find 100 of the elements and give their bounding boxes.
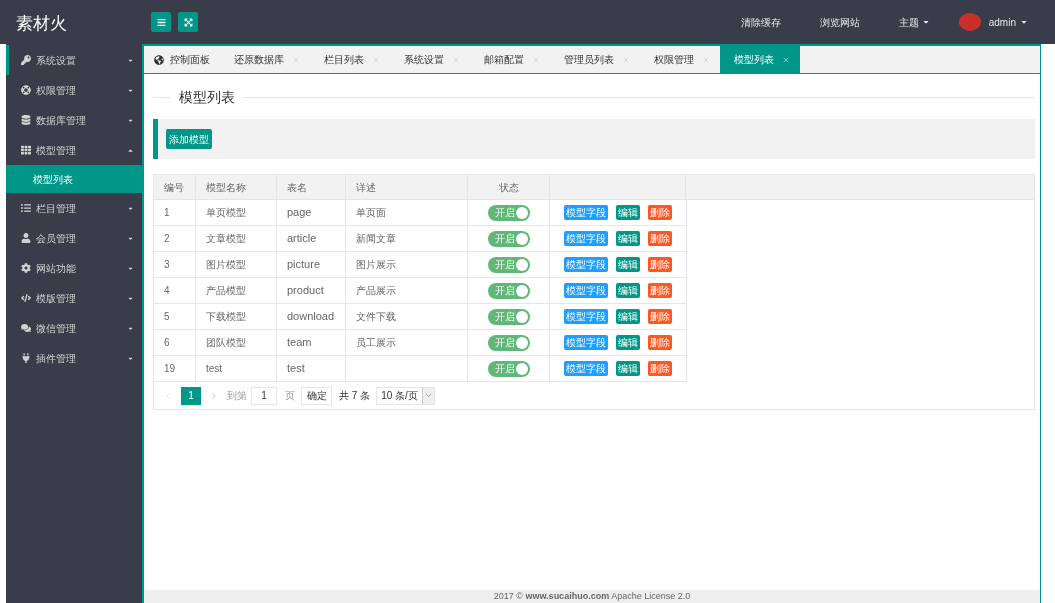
- delete-button[interactable]: 删除: [648, 309, 672, 324]
- add-model-button[interactable]: 添加模型: [166, 129, 212, 149]
- table-cell-text: test: [206, 362, 223, 376]
- status-switch[interactable]: 开启: [487, 256, 530, 273]
- table-cell-text: 单页模型: [206, 206, 246, 220]
- fields-button[interactable]: 模型字段: [564, 231, 608, 246]
- sidebar-item[interactable]: 权限管理: [6, 75, 142, 105]
- table-cell-text: article: [287, 231, 317, 247]
- database-icon: [21, 115, 31, 125]
- status-switch[interactable]: 开启: [487, 334, 530, 351]
- lifebuoy-icon: [21, 85, 31, 95]
- edit-button[interactable]: 编辑: [616, 231, 640, 246]
- section-title: 模型列表: [178, 87, 236, 107]
- header-link[interactable]: 清除缓存: [740, 14, 781, 30]
- sidebar-item[interactable]: 模型管理: [6, 135, 142, 165]
- table-cell-text: 团队模型: [206, 336, 246, 350]
- page-size-select[interactable]: 10 条/页: [376, 386, 435, 405]
- edit-button[interactable]: 编辑: [616, 309, 640, 324]
- sidebar-item[interactable]: 微信管理: [6, 313, 142, 343]
- table-cell-text: 19: [164, 362, 176, 376]
- edit-button[interactable]: 编辑: [616, 361, 640, 376]
- table-cell-text: 下载模型: [206, 310, 246, 324]
- grid-icon: [21, 145, 31, 155]
- list-icon: [21, 203, 31, 213]
- edit-button[interactable]: 编辑: [616, 335, 640, 350]
- fields-button[interactable]: 模型字段: [564, 283, 608, 298]
- theme-menu[interactable]: 主题: [898, 14, 930, 30]
- chat-icon: [21, 323, 31, 333]
- table-cell-text: test: [287, 361, 305, 377]
- close-icon[interactable]: [782, 55, 790, 64]
- delete-button[interactable]: 删除: [648, 361, 672, 376]
- copyright-text: 2017 © www.sucaihuo.com Apache License 2.0: [493, 590, 691, 603]
- submenu-item[interactable]: 模型列表: [6, 165, 142, 193]
- table-cell-text: 5: [164, 310, 170, 324]
- code-icon: [21, 293, 31, 303]
- table-cell-text: 图片展示: [356, 258, 396, 272]
- tab[interactable]: 管理员列表: [550, 46, 640, 73]
- table-cell-text: 员工展示: [356, 336, 396, 350]
- tab[interactable]: 控制面板: [144, 46, 220, 73]
- menu-button[interactable]: [151, 12, 171, 32]
- table-cell-text: 2: [164, 232, 170, 246]
- table-cell-text: 1: [164, 206, 170, 220]
- delete-button[interactable]: 删除: [648, 205, 672, 220]
- delete-button[interactable]: 删除: [648, 231, 672, 246]
- goto-label: 到第: [227, 389, 247, 403]
- tab[interactable]: 栏目列表: [310, 46, 390, 73]
- tab[interactable]: 邮箱配置: [470, 46, 550, 73]
- fields-button[interactable]: 模型字段: [564, 361, 608, 376]
- edit-button[interactable]: 编辑: [616, 257, 640, 272]
- tab[interactable]: 还原数据库: [220, 46, 310, 73]
- close-icon[interactable]: [292, 55, 300, 64]
- globe-icon: [154, 54, 164, 65]
- sidebar-item[interactable]: 插件管理: [6, 343, 142, 373]
- table-cell-text: 新闻文章: [356, 232, 396, 246]
- tab[interactable]: 权限管理: [640, 46, 720, 73]
- fields-button[interactable]: 模型字段: [564, 257, 608, 272]
- sidebar-item[interactable]: 模版管理: [6, 283, 142, 313]
- sidebar-item[interactable]: 数据库管理: [6, 105, 142, 135]
- column-header: 状态: [498, 180, 519, 195]
- table-cell-text: 文章模型: [206, 232, 246, 246]
- status-switch[interactable]: 开启: [487, 204, 530, 221]
- table-cell-text: 3: [164, 258, 170, 272]
- tab[interactable]: 模型列表: [720, 46, 800, 73]
- delete-button[interactable]: 删除: [648, 257, 672, 272]
- menu-icon: [156, 17, 166, 27]
- tab[interactable]: 系统设置: [390, 46, 470, 73]
- table-cell-text: 产品展示: [356, 284, 396, 298]
- brand-logo[interactable]: 素材火: [16, 13, 67, 33]
- status-switch[interactable]: 开启: [487, 308, 530, 325]
- close-icon[interactable]: [532, 55, 540, 64]
- page-input[interactable]: 1: [251, 386, 277, 405]
- fields-button[interactable]: 模型字段: [564, 205, 608, 220]
- caret-down-icon: [1020, 18, 1028, 26]
- total-count: 共 7 条: [339, 389, 371, 403]
- edit-button[interactable]: 编辑: [616, 205, 640, 220]
- sidebar-item[interactable]: 会员管理: [6, 223, 142, 253]
- user-menu[interactable]: admin: [988, 14, 1028, 30]
- confirm-button[interactable]: 确定: [301, 386, 332, 405]
- close-icon[interactable]: [622, 55, 630, 64]
- delete-button[interactable]: 删除: [648, 335, 672, 350]
- fields-button[interactable]: 模型字段: [564, 309, 608, 324]
- fullscreen-button[interactable]: [178, 12, 198, 32]
- page-number[interactable]: 1: [181, 386, 201, 405]
- table-cell-text: product: [287, 283, 324, 299]
- status-switch[interactable]: 开启: [487, 282, 530, 299]
- header-link[interactable]: 浏览网站: [819, 14, 860, 30]
- sidebar-item[interactable]: 栏目管理: [6, 193, 142, 223]
- page-unit-label: 页: [285, 389, 295, 403]
- status-switch[interactable]: 开启: [487, 230, 530, 247]
- table-cell-text: 图片模型: [206, 258, 246, 272]
- edit-button[interactable]: 编辑: [616, 283, 640, 298]
- close-icon[interactable]: [702, 55, 710, 64]
- status-switch[interactable]: 开启: [487, 360, 530, 377]
- sidebar-item[interactable]: 网站功能: [6, 253, 142, 283]
- delete-button[interactable]: 删除: [648, 283, 672, 298]
- close-icon[interactable]: [452, 55, 460, 64]
- table-cell-text: picture: [287, 257, 321, 273]
- table-cell-text: download: [287, 309, 335, 325]
- fields-button[interactable]: 模型字段: [564, 335, 608, 350]
- close-icon[interactable]: [372, 55, 380, 64]
